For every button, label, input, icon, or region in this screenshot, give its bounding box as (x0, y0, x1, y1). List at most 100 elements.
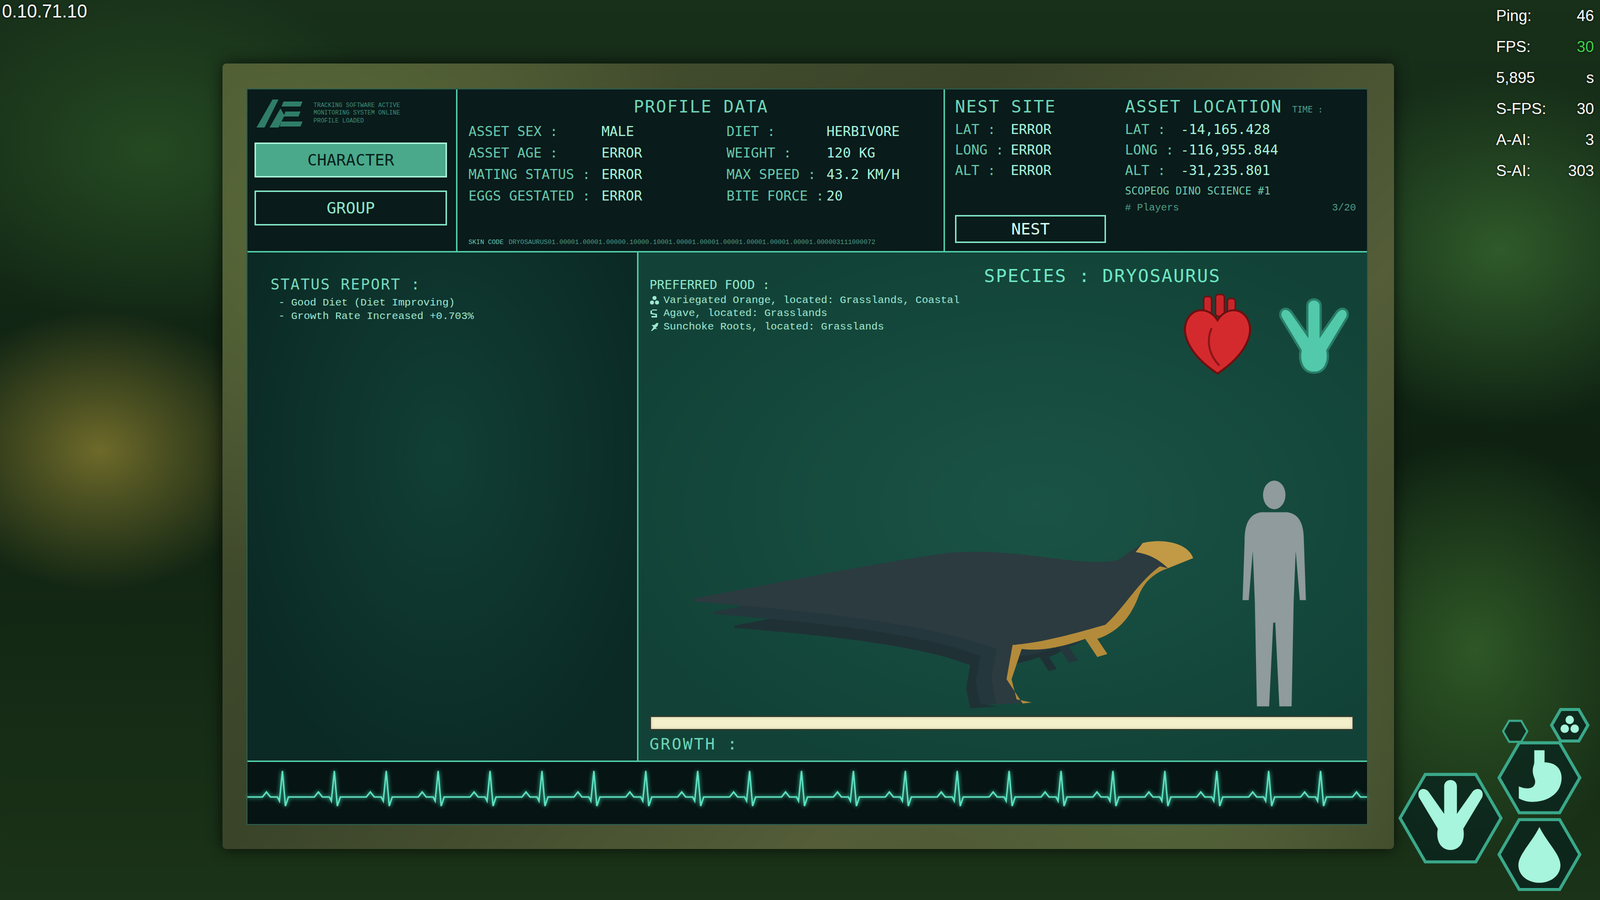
stat-value: s (1568, 69, 1594, 87)
footprint-need-icon[interactable] (1400, 774, 1501, 862)
field-label: MAX SPEED : (726, 166, 827, 182)
field-label: DIET : (726, 123, 827, 139)
profile-data: PROFILE DATAASSET SEX :MALEDIET :HERBIVO… (457, 89, 945, 251)
species-name: SPECIES : DRYOSAURUS (984, 265, 1354, 286)
stat-label: S-AI: (1496, 162, 1546, 180)
field-value: 20 (826, 188, 934, 204)
food-text: Agave, located: Grasslands (663, 307, 828, 320)
nest-site: NEST SITE LAT : ERROR LONG : ERROR ALT : ERROR… (945, 89, 1115, 251)
field-value: ERROR (1011, 121, 1106, 137)
field-value: -116,955.844 (1181, 142, 1356, 158)
field-value: MALE (601, 123, 727, 139)
version-label: 0.10.71.10 (2, 1, 87, 22)
game-screen: 0.10.71.10Ping:46FPS:305,895sS-FPS:30A-A… (0, 0, 1600, 900)
heartbeat-strip (247, 762, 1367, 824)
species-panel: PREFERRED FOOD : Variegated Orange, locat… (638, 252, 1367, 761)
food-text: Sunchoke Roots, located: Grasslands (663, 320, 884, 334)
status-line: - Growth Rate Increased +0.703% (270, 309, 617, 323)
field-value: 120 KG (826, 145, 934, 161)
nest-button[interactable]: NEST (955, 215, 1106, 243)
time-label: TIME : (1292, 104, 1323, 115)
debug-stats: Ping:46FPS:305,895sS-FPS:30A-AI:3S-AI:30… (1496, 7, 1594, 180)
asset-location: ASSET LOCATION TIME : LAT : -14,165.428 LONG… (1115, 89, 1367, 251)
root-icon (649, 322, 660, 332)
needs-hud (1396, 705, 1598, 897)
field-label: BITE FORCE : (726, 188, 827, 204)
stat-value: 46 (1568, 7, 1594, 25)
logo-status-line: MONITORING SYSTEM ONLINE (313, 109, 400, 118)
status-title: STATUS REPORT : (270, 275, 617, 293)
players-label: # Players (1125, 202, 1179, 214)
food-item: Variegated Orange, located: Grasslands, … (649, 294, 974, 307)
hex-frame-icon (1503, 721, 1527, 742)
stat-label: 5,895 (1496, 69, 1546, 87)
stat-value: 3 (1568, 131, 1594, 149)
tracking-monitor: TRACKING SOFTWARE ACTIVEMONITORING SYSTE… (246, 88, 1368, 825)
logo-status-line: PROFILE LOADED (313, 117, 400, 126)
company-logo-icon (254, 97, 305, 130)
growth-label: GROWTH : (649, 734, 1354, 754)
stat-value: 30 (1568, 38, 1594, 56)
stomach-need-icon[interactable] (1499, 743, 1580, 813)
food-title: PREFERRED FOOD : (649, 277, 974, 292)
size-comparison (649, 380, 1354, 710)
field-label: WEIGHT : (726, 145, 827, 161)
food-item: Agave, located: Grasslands (649, 307, 974, 320)
field-value: ERROR (601, 166, 727, 182)
monitor-frame: TRACKING SOFTWARE ACTIVEMONITORING SYSTE… (222, 63, 1394, 849)
status-line: - Good Diet (Diet Improving) (270, 296, 617, 310)
skin-code-label: SKIN CODE (468, 238, 504, 246)
field-value: ERROR (1011, 162, 1106, 178)
field-value: ERROR (601, 145, 727, 161)
field-label: ALT : (1125, 162, 1174, 178)
stat-label: FPS: (1496, 38, 1546, 56)
server-name: SCOPEOG DINO SCIENCE #1 (1125, 185, 1356, 197)
players-count: 3/20 (1332, 202, 1356, 214)
field-label: MATING STATUS : (468, 166, 602, 182)
field-value: -14,165.428 (1181, 121, 1356, 137)
heartbeat-line-icon (247, 762, 1367, 824)
agave-icon (649, 308, 660, 319)
stat-label: S-FPS: (1496, 100, 1546, 118)
heart-icon (1178, 292, 1257, 380)
growth-fill (651, 717, 1353, 729)
section-title: ASSET LOCATION (1125, 96, 1283, 117)
field-value: ERROR (1011, 142, 1106, 158)
status-report: STATUS REPORT : - Good Diet (Diet Improvi… (247, 252, 639, 761)
field-value: 43.2 KM/H (826, 166, 934, 182)
field-label: LAT : (1125, 121, 1174, 137)
stat-value: 30 (1568, 100, 1594, 118)
field-value: HERBIVORE (826, 123, 934, 139)
field-label: ALT : (955, 162, 1004, 178)
stat-value: 303 (1568, 162, 1594, 180)
tab-button[interactable]: CHARACTER (254, 142, 447, 178)
section-title: NEST SITE (955, 96, 1106, 117)
body-row: STATUS REPORT : - Good Diet (Diet Improvi… (247, 252, 1367, 762)
human-silhouette-icon (1238, 479, 1310, 710)
growth-bar (649, 715, 1354, 731)
nav-column: TRACKING SOFTWARE ACTIVEMONITORING SYSTE… (247, 89, 458, 251)
logo-status-line: TRACKING SOFTWARE ACTIVE (313, 102, 400, 110)
logo: TRACKING SOFTWARE ACTIVEMONITORING SYSTE… (254, 97, 447, 130)
field-label: LONG : (1125, 142, 1174, 158)
food-item: Sunchoke Roots, located: Grasslands (649, 320, 974, 334)
skin-code-value: DRYOSAURUS01.00001.00001.00000.10000.100… (508, 238, 875, 246)
drop-need-icon[interactable] (1499, 819, 1580, 890)
field-label: EGGS GESTATED : (468, 188, 602, 204)
header-row: TRACKING SOFTWARE ACTIVEMONITORING SYSTE… (247, 89, 1367, 253)
tab-button[interactable]: GROUP (254, 190, 447, 226)
field-value: -31,235.801 (1181, 162, 1356, 178)
preferred-food: PREFERRED FOOD : Variegated Orange, locat… (649, 265, 974, 380)
field-label: LAT : (955, 121, 1004, 137)
group-need-icon[interactable] (1551, 709, 1588, 741)
field-value: ERROR (601, 188, 727, 204)
skin-code: SKIN CODE DRYOSAURUS01.00001.00001.00000.… (468, 238, 934, 246)
dryosaurus-silhouette-icon (693, 538, 1199, 710)
field-label: LONG : (955, 142, 1004, 158)
stat-label: A-AI: (1496, 131, 1546, 149)
footprint-icon (1274, 292, 1354, 380)
fruit-icon (649, 295, 660, 306)
field-label: ASSET AGE : (468, 145, 602, 161)
section-title: PROFILE DATA (468, 96, 934, 117)
food-text: Variegated Orange, located: Grasslands, … (663, 294, 960, 307)
